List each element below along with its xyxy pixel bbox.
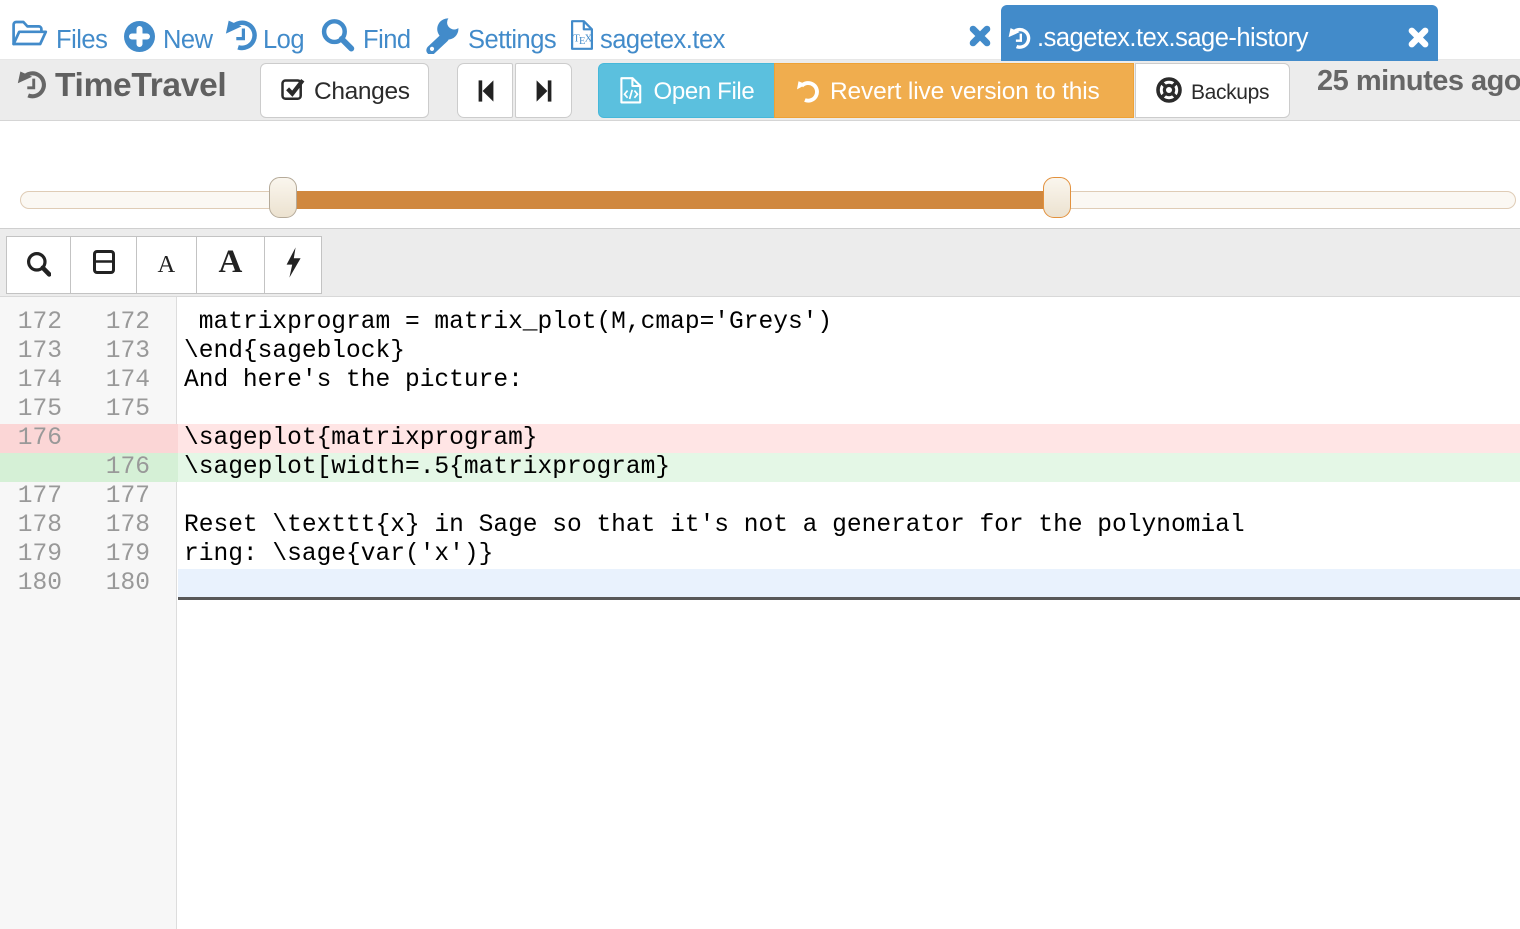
svg-text:TEX: TEX bbox=[573, 34, 592, 47]
